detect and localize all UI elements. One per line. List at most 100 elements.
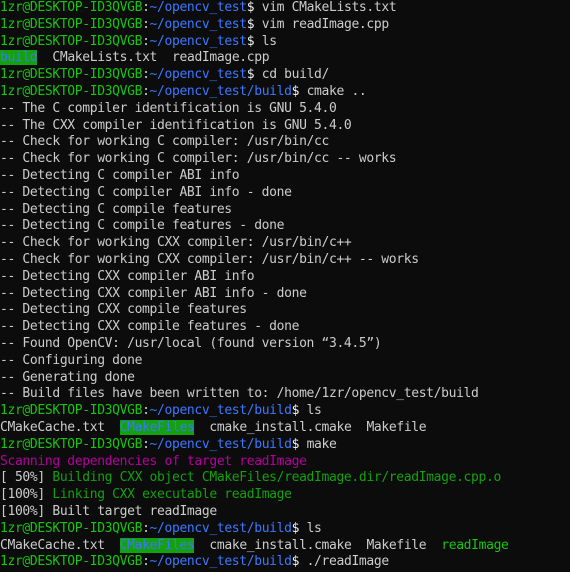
prompt-command: ls	[306, 520, 322, 536]
prompt-user-host: 1zr@DESKTOP-ID3QVGB	[0, 554, 143, 570]
file-entry	[194, 538, 209, 553]
prompt-user-host: 1zr@DESKTOP-ID3QVGB	[0, 403, 143, 419]
output-text: -- Check for working C compiler: /usr/bi…	[0, 134, 329, 150]
make-scanning-line: Scanning dependencies of target readImag…	[0, 454, 570, 471]
output-line: -- Build files have been written to: /ho…	[0, 386, 570, 403]
prompt-path: ~/opencv_test	[149, 0, 248, 15]
file-entry	[157, 50, 172, 65]
output-line: -- Check for working C compiler: /usr/bi…	[0, 151, 570, 168]
output-line: -- Detecting C compile features	[0, 202, 570, 219]
prompt-colon: :	[142, 520, 150, 536]
file-entry	[37, 50, 52, 65]
terminal-prompt-line: 1zr@DESKTOP-ID3QVGB:~/opencv_test/build$…	[0, 554, 570, 571]
output-text: -- The CXX compiler identification is GN…	[0, 117, 352, 133]
output-line: -- Check for working CXX compiler: /usr/…	[0, 252, 570, 269]
prompt-user-host: 1zr@DESKTOP-ID3QVGB	[0, 0, 143, 15]
output-text: -- Check for working CXX compiler: /usr/…	[0, 251, 419, 267]
output-line: -- Configuring done	[0, 353, 570, 370]
terminal-prompt-line: 1zr@DESKTOP-ID3QVGB:~/opencv_test$ vim r…	[0, 17, 570, 34]
prompt-command: ./readImage	[306, 554, 390, 570]
output-line: -- Detecting CXX compile features - done	[0, 319, 570, 336]
prompt-user-host: 1zr@DESKTOP-ID3QVGB	[0, 83, 143, 99]
output-text: -- The C compiler identification is GNU …	[0, 100, 337, 116]
output-text: [100%] Built target readImage	[0, 503, 217, 519]
ls-output-line: build CMakeLists.txt readImage.cpp	[0, 50, 570, 67]
terminal-prompt-line: 1zr@DESKTOP-ID3QVGB:~/opencv_test/build$…	[0, 521, 570, 538]
prompt-sigil: $	[291, 554, 307, 570]
terminal-prompt-line: 1zr@DESKTOP-ID3QVGB:~/opencv_test/build$…	[0, 437, 570, 454]
output-text: -- Detecting C compile features	[0, 201, 232, 217]
make-progress-line: [100%] Linking CXX executable readImage	[0, 487, 570, 504]
prompt-colon: :	[142, 16, 150, 32]
prompt-sigil: $	[246, 67, 262, 83]
file-entry	[426, 538, 441, 553]
prompt-sigil: $	[291, 520, 307, 536]
prompt-colon: :	[142, 33, 150, 49]
prompt-command: make	[306, 436, 337, 452]
file-entry: readImage.cpp	[172, 50, 270, 66]
output-line: -- Detecting CXX compiler ABI info	[0, 269, 570, 286]
prompt-command: ls	[261, 33, 277, 49]
output-line: -- The C compiler identification is GNU …	[0, 101, 570, 118]
output-text: -- Detecting C compile features - done	[0, 218, 285, 234]
file-entry: CMakeLists.txt	[52, 50, 158, 66]
prompt-path: ~/opencv_test/build	[149, 436, 292, 452]
directory-entry: CMakeFiles	[119, 419, 195, 435]
file-entry	[194, 420, 209, 435]
file-entry	[105, 420, 120, 435]
file-entry: Makefile	[366, 419, 427, 435]
prompt-sigil: $	[291, 436, 307, 452]
output-line: -- Generating done	[0, 370, 570, 387]
output-line: -- Check for working CXX compiler: /usr/…	[0, 235, 570, 252]
make-progress-line: [ 50%] Building CXX object CMakeFiles/re…	[0, 470, 570, 487]
file-entry: Makefile	[366, 537, 427, 553]
prompt-path: ~/opencv_test/build	[149, 403, 292, 419]
output-text: -- Configuring done	[0, 352, 143, 368]
output-line: -- Detecting C compiler ABI info - done	[0, 185, 570, 202]
output-line: -- Found OpenCV: /usr/local (found versi…	[0, 336, 570, 353]
prompt-user-host: 1zr@DESKTOP-ID3QVGB	[0, 520, 143, 536]
prompt-command: cmake ..	[306, 83, 367, 99]
prompt-colon: :	[142, 67, 150, 83]
output-line: -- Check for working C compiler: /usr/bi…	[0, 134, 570, 151]
prompt-sigil: $	[246, 0, 262, 15]
directory-entry: CMakeFiles	[119, 537, 195, 553]
terminal-prompt-line: 1zr@DESKTOP-ID3QVGB:~/opencv_test$ vim C…	[0, 0, 570, 17]
output-text: -- Detecting C compiler ABI info - done	[0, 184, 292, 200]
prompt-colon: :	[142, 403, 150, 419]
file-entry: cmake_install.cmake	[209, 419, 352, 435]
make-action-text: Linking CXX executable readImage	[52, 487, 292, 503]
output-text: -- Found OpenCV: /usr/local (found versi…	[0, 335, 382, 351]
prompt-sigil: $	[246, 16, 262, 32]
prompt-command: cd build/	[261, 67, 330, 83]
make-action-text: Building CXX object CMakeFiles/readImage…	[52, 470, 501, 486]
file-entry	[105, 538, 120, 553]
output-text: -- Detecting C compiler ABI info	[0, 167, 240, 183]
file-entry: CMakeCache.txt	[0, 419, 105, 435]
prompt-sigil: $	[291, 83, 307, 99]
output-text: -- Detecting CXX compile features	[0, 302, 247, 318]
prompt-user-host: 1zr@DESKTOP-ID3QVGB	[0, 436, 143, 452]
output-text: -- Check for working C compiler: /usr/bi…	[0, 151, 397, 167]
prompt-path: ~/opencv_test	[149, 67, 248, 83]
prompt-path: ~/opencv_test/build	[149, 554, 292, 570]
terminal-prompt-line: 1zr@DESKTOP-ID3QVGB:~/opencv_test$ ls	[0, 34, 570, 51]
prompt-command: vim CMakeLists.txt	[261, 0, 397, 15]
prompt-sigil: $	[291, 403, 307, 419]
output-text: -- Build files have been written to: /ho…	[0, 386, 479, 402]
executable-entry: readImage	[441, 537, 509, 553]
output-text: -- Check for working CXX compiler: /usr/…	[0, 235, 352, 251]
prompt-colon: :	[142, 0, 150, 15]
output-text: -- Detecting CXX compiler ABI info - don…	[0, 285, 307, 301]
prompt-path: ~/opencv_test	[149, 16, 248, 32]
ls-output-line: CMakeCache.txt CMakeFiles cmake_install.…	[0, 537, 570, 555]
terminal-prompt-line: 1zr@DESKTOP-ID3QVGB:~/opencv_test$ cd bu…	[0, 67, 570, 84]
terminal-prompt-line: 1zr@DESKTOP-ID3QVGB:~/opencv_test/build$…	[0, 84, 570, 101]
prompt-path: ~/opencv_test/build	[149, 83, 292, 99]
prompt-path: ~/opencv_test	[149, 33, 248, 49]
file-entry	[351, 420, 366, 435]
terminal-window[interactable]: 1zr@DESKTOP-ID3QVGB:~/opencv_test$ vim C…	[0, 0, 570, 572]
output-line: -- Detecting C compile features - done	[0, 218, 570, 235]
file-entry	[351, 538, 366, 553]
output-line: -- Detecting CXX compiler ABI info - don…	[0, 286, 570, 303]
